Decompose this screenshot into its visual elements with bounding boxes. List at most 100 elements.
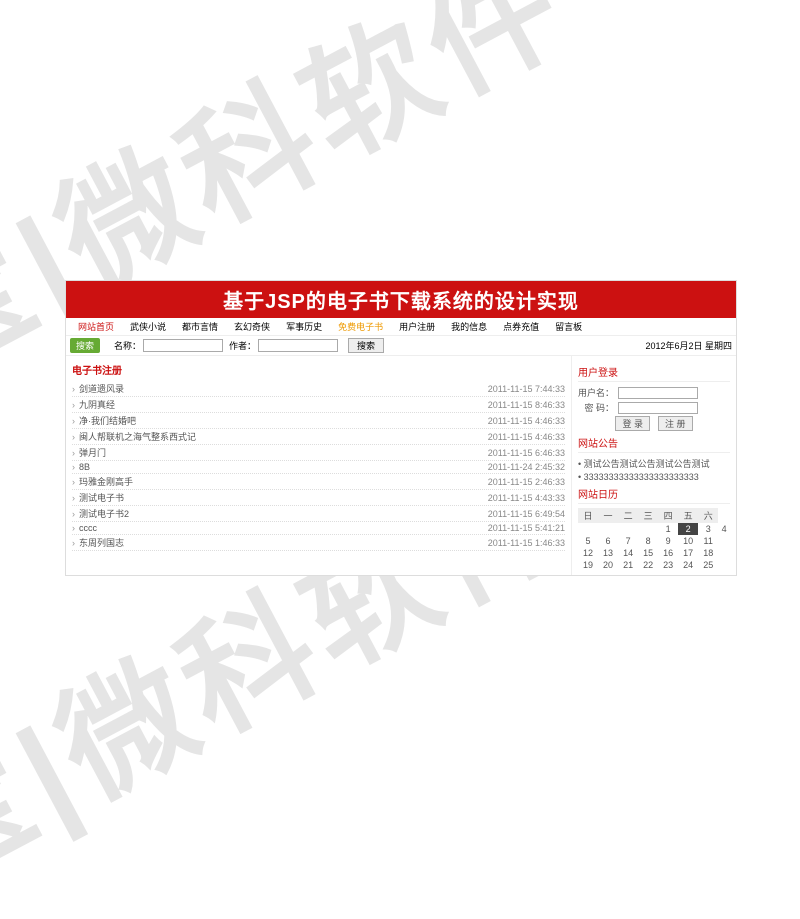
calendar-day[interactable]: 1 bbox=[658, 523, 678, 535]
arrow-icon: › bbox=[72, 448, 75, 458]
arrow-icon: › bbox=[72, 493, 75, 503]
arrow-icon: › bbox=[72, 432, 75, 442]
arrow-icon: › bbox=[72, 477, 75, 487]
list-item[interactable]: ›净·我们结婚吧2011-11-15 4:46:33 bbox=[72, 413, 565, 429]
calendar-day[interactable]: 13 bbox=[598, 547, 618, 559]
calendar-day[interactable]: 16 bbox=[658, 547, 678, 559]
item-title: 净·我们结婚吧 bbox=[79, 414, 136, 427]
list-item[interactable]: › 8B 2011-11-24 2:45:32 bbox=[72, 461, 565, 474]
list-item[interactable]: ›弹月门2011-11-15 6:46:33 bbox=[72, 445, 565, 461]
list-title: 电子书注册 bbox=[72, 362, 565, 377]
nav-item[interactable]: 武侠小说 bbox=[122, 320, 174, 333]
list-item[interactable]: › 测试电子书2 2011-11-15 6:49:54 bbox=[72, 506, 565, 522]
calendar-day[interactable]: 14 bbox=[618, 547, 638, 559]
list-item[interactable]: ›东周列国志2011-11-15 1:46:33 bbox=[72, 535, 565, 551]
item-title: 测试电子书2 bbox=[79, 507, 129, 520]
nav-item[interactable]: 用户注册 bbox=[391, 320, 443, 333]
item-timestamp: 2011-11-24 2:45:32 bbox=[488, 462, 565, 472]
announce-item[interactable]: • 测试公告测试公告测试公告测试 bbox=[578, 457, 730, 470]
nav-item[interactable]: 留言板 bbox=[547, 320, 590, 333]
calendar-day[interactable] bbox=[638, 523, 658, 535]
item-title: cccc bbox=[79, 523, 97, 533]
calendar-day[interactable]: 15 bbox=[638, 547, 658, 559]
weekday: 一 bbox=[598, 508, 618, 523]
announce-item[interactable]: • 33333333333333333333333 bbox=[578, 472, 730, 482]
item-title: 玛雅金刚高手 bbox=[79, 475, 133, 488]
login-button[interactable]: 登 录 bbox=[615, 416, 650, 431]
item-title: 剑道遗风录 bbox=[79, 382, 124, 395]
weekday: 三 bbox=[638, 508, 658, 523]
nav-item[interactable]: 玄幻奇侠 bbox=[226, 320, 278, 333]
item-timestamp: 2011-11-15 2:46:33 bbox=[488, 477, 565, 487]
author-label: 作者： bbox=[229, 339, 256, 352]
list-item[interactable]: ›九阴真经2011-11-15 8:46:33 bbox=[72, 397, 565, 413]
arrow-icon: › bbox=[72, 462, 75, 472]
calendar-day[interactable]: 25 bbox=[698, 559, 718, 571]
calendar-day[interactable] bbox=[578, 523, 598, 535]
calendar-day[interactable]: 11 bbox=[698, 535, 718, 547]
username-input[interactable] bbox=[618, 387, 698, 399]
list-item[interactable]: ›cccc2011-11-15 5:41:21 bbox=[72, 522, 565, 535]
list-item[interactable]: ›测试电子书2011-11-15 4:43:33 bbox=[72, 490, 565, 506]
search-button[interactable]: 搜索 bbox=[348, 338, 384, 353]
nav-item[interactable]: 都市言情 bbox=[174, 320, 226, 333]
calendar-day[interactable]: 23 bbox=[658, 559, 678, 571]
arrow-icon: › bbox=[72, 400, 75, 410]
calendar-day[interactable]: 9 bbox=[658, 535, 678, 547]
weekday: 二 bbox=[618, 508, 638, 523]
calendar-title: 网站日历 bbox=[578, 486, 730, 504]
nav-item[interactable]: 免费电子书 bbox=[330, 320, 391, 333]
calendar-day[interactable]: 21 bbox=[618, 559, 638, 571]
item-title: 8B bbox=[79, 462, 90, 472]
item-timestamp: 2011-11-15 6:46:33 bbox=[488, 448, 565, 458]
calendar-day[interactable]: 18 bbox=[698, 547, 718, 559]
nav-item[interactable]: 我的信息 bbox=[443, 320, 495, 333]
author-input[interactable] bbox=[258, 339, 338, 352]
nav-item[interactable]: 军事历史 bbox=[278, 320, 330, 333]
weekday: 六 bbox=[698, 508, 718, 523]
calendar-day[interactable]: 24 bbox=[678, 559, 698, 571]
list-item[interactable]: › 闽人帮联机之海气整系西式记 2011-11-15 4:46:33 bbox=[72, 429, 565, 445]
nav-bar: 网站首页武侠小说都市言情玄幻奇侠军事历史免费电子书用户注册我的信息点券充值留言板 bbox=[66, 318, 736, 336]
calendar-day[interactable]: 19 bbox=[578, 559, 598, 571]
ebook-list: 电子书注册 › 剑道遗风录 2011-11-15 7:44:33 ›九阴真经2011-… bbox=[66, 356, 571, 575]
calendar-day[interactable]: 4 bbox=[718, 523, 730, 535]
arrow-icon: › bbox=[72, 523, 75, 533]
calendar: 日一二三四五六123456789101112131415161718192021… bbox=[578, 508, 730, 571]
item-timestamp: 2011-11-15 7:44:33 bbox=[488, 384, 565, 394]
arrow-icon: › bbox=[72, 538, 75, 548]
calendar-day[interactable]: 6 bbox=[598, 535, 618, 547]
item-title: 测试电子书 bbox=[79, 491, 124, 504]
calendar-day[interactable]: 10 bbox=[678, 535, 698, 547]
calendar-day[interactable] bbox=[618, 523, 638, 535]
calendar-day[interactable]: 12 bbox=[578, 547, 598, 559]
arrow-icon: › bbox=[72, 509, 75, 519]
name-input[interactable] bbox=[143, 339, 223, 352]
nav-item[interactable]: 网站首页 bbox=[70, 320, 122, 333]
password-input[interactable] bbox=[618, 402, 698, 414]
calendar-day[interactable]: 8 bbox=[638, 535, 658, 547]
item-timestamp: 2011-11-15 4:46:33 bbox=[488, 432, 565, 442]
item-timestamp: 2011-11-15 6:49:54 bbox=[488, 509, 565, 519]
calendar-day[interactable]: 17 bbox=[678, 547, 698, 559]
sidebar: 用户登录 用户名： 密 码： 登 录 注 册 网站公告 • 测试公告测试公告测试… bbox=[571, 356, 736, 575]
item-title: 闽人帮联机之海气整系西式记 bbox=[79, 430, 196, 443]
register-button[interactable]: 注 册 bbox=[658, 416, 693, 431]
current-date: 2012年6月2日 星期四 bbox=[645, 339, 732, 352]
list-item[interactable]: › 玛雅金刚高手 2011-11-15 2:46:33 bbox=[72, 474, 565, 490]
calendar-day[interactable]: 2 bbox=[678, 523, 698, 535]
calendar-day[interactable]: 3 bbox=[698, 523, 718, 535]
item-title: 东周列国志 bbox=[79, 536, 124, 549]
pwd-label: 密 码： bbox=[578, 401, 614, 414]
calendar-day[interactable] bbox=[598, 523, 618, 535]
calendar-day[interactable]: 7 bbox=[618, 535, 638, 547]
weekday: 四 bbox=[658, 508, 678, 523]
calendar-day[interactable]: 5 bbox=[578, 535, 598, 547]
user-label: 用户名： bbox=[578, 386, 614, 399]
calendar-day[interactable]: 22 bbox=[638, 559, 658, 571]
calendar-day[interactable]: 20 bbox=[598, 559, 618, 571]
nav-item[interactable]: 点券充值 bbox=[495, 320, 547, 333]
arrow-icon: › bbox=[72, 416, 75, 426]
arrow-icon: › bbox=[72, 384, 75, 394]
list-item[interactable]: › 剑道遗风录 2011-11-15 7:44:33 bbox=[72, 381, 565, 397]
